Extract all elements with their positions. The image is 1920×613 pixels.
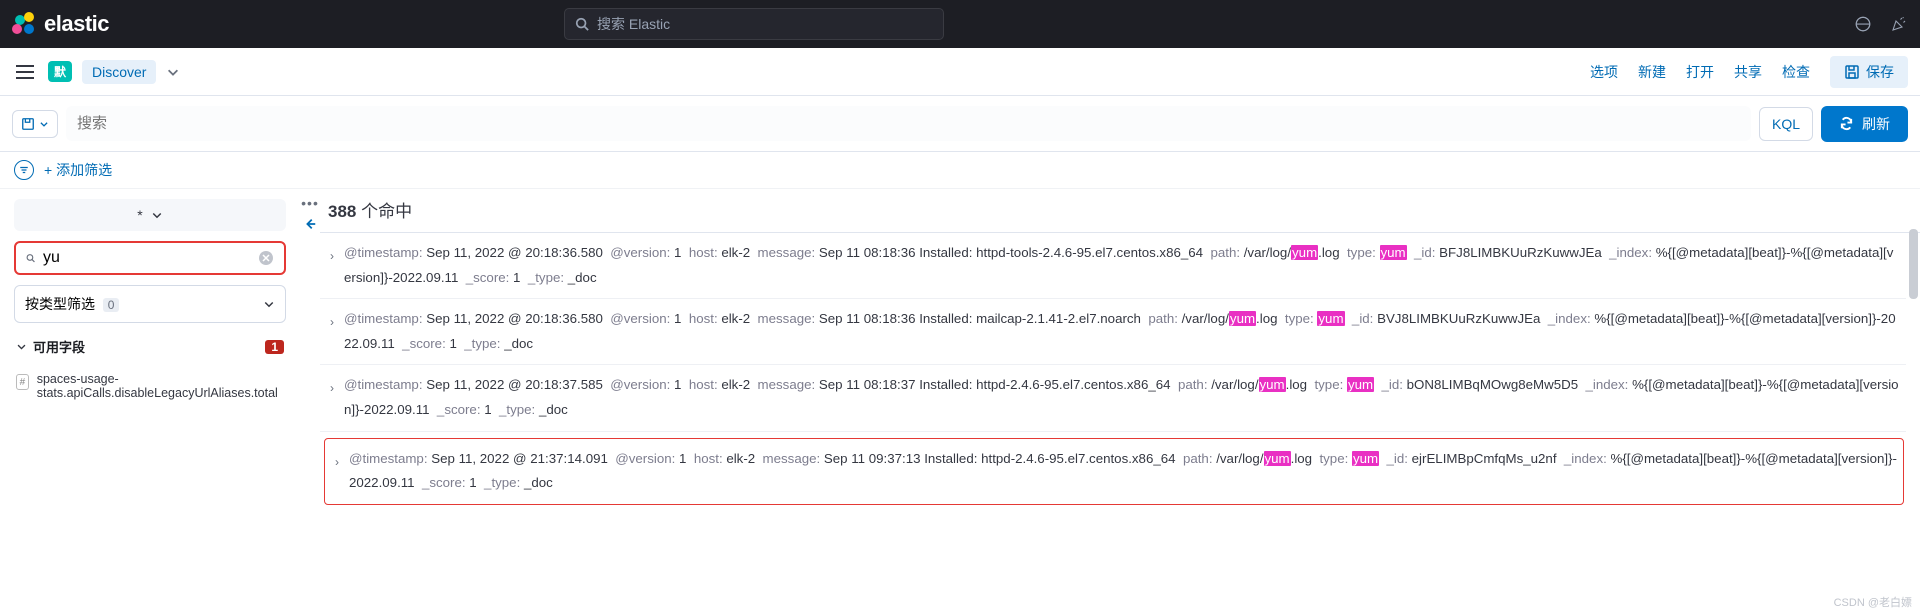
chevron-down-icon: [39, 119, 49, 129]
refresh-label: 刷新: [1862, 114, 1890, 134]
chevron-down-icon: [151, 209, 163, 221]
search-icon: [575, 17, 589, 31]
new-link[interactable]: 新建: [1638, 62, 1666, 82]
type-filter-count: 0: [103, 298, 120, 312]
body: * 按类型筛选 0 可用字段 1 # spaces-usa: [0, 189, 1920, 612]
open-link[interactable]: 打开: [1686, 62, 1714, 82]
query-bar: KQL 刷新: [0, 96, 1920, 152]
expand-icon[interactable]: ›: [335, 447, 349, 496]
chevron-down-icon: [263, 298, 275, 310]
space-badge[interactable]: 默: [48, 61, 72, 82]
expand-icon[interactable]: ›: [330, 307, 344, 356]
global-search-placeholder: 搜索 Elastic: [597, 14, 670, 34]
collapse-arrow-icon[interactable]: [303, 217, 317, 231]
global-header: elastic 搜索 Elastic: [0, 0, 1920, 48]
elastic-logo-icon[interactable]: [12, 12, 36, 36]
field-item-label: spaces-usage-stats.apiCalls.disableLegac…: [37, 372, 284, 400]
options-link[interactable]: 选项: [1590, 62, 1618, 82]
add-filter-button[interactable]: + 添加筛选: [44, 160, 112, 180]
field-search-input[interactable]: [43, 249, 250, 267]
available-fields-count: 1: [265, 340, 284, 354]
chevron-down-icon[interactable]: [166, 65, 180, 79]
refresh-button[interactable]: 刷新: [1821, 106, 1908, 142]
app-name-label: Discover: [92, 64, 146, 80]
save-icon: [1844, 64, 1860, 80]
dots-icon[interactable]: •••: [301, 195, 319, 211]
index-pattern-label: *: [137, 207, 142, 223]
kql-button[interactable]: KQL: [1759, 107, 1813, 141]
document-list[interactable]: ›@timestamp: Sep 11, 2022 @ 20:18:36.580…: [320, 233, 1920, 612]
document-source: @timestamp: Sep 11, 2022 @ 20:18:36.580 …: [344, 307, 1900, 356]
hits-header: 388 个命中: [320, 189, 1920, 233]
brand-name[interactable]: elastic: [44, 11, 109, 37]
document-row[interactable]: ›@timestamp: Sep 11, 2022 @ 20:18:37.585…: [320, 365, 1906, 431]
document-source: @timestamp: Sep 11, 2022 @ 20:18:37.585 …: [344, 373, 1900, 422]
scrollbar[interactable]: [1909, 229, 1918, 299]
document-source: @timestamp: Sep 11, 2022 @ 20:18:36.580 …: [344, 241, 1900, 290]
document-row[interactable]: ›@timestamp: Sep 11, 2022 @ 20:18:36.580…: [320, 233, 1906, 299]
type-filter-button[interactable]: 按类型筛选 0: [14, 285, 286, 323]
document-row[interactable]: ›@timestamp: Sep 11, 2022 @ 21:37:14.091…: [324, 438, 1904, 505]
available-fields-label: 可用字段: [33, 337, 85, 356]
filter-bar: + 添加筛选: [0, 152, 1920, 189]
search-icon: [26, 250, 35, 266]
app-actions: 选项 新建 打开 共享 检查 保存: [1590, 56, 1908, 88]
clear-icon[interactable]: [258, 250, 274, 266]
data-view-button[interactable]: [12, 110, 58, 138]
field-item[interactable]: # spaces-usage-stats.apiCalls.disableLeg…: [14, 370, 286, 402]
hits-count: 388: [328, 202, 356, 221]
document-row[interactable]: ›@timestamp: Sep 11, 2022 @ 20:18:36.580…: [320, 299, 1906, 365]
sidebar-toggle: •••: [300, 189, 320, 612]
chevron-down-icon: [16, 341, 27, 352]
celebration-icon[interactable]: [1890, 15, 1908, 33]
expand-icon[interactable]: ›: [330, 241, 344, 290]
newsfeed-icon[interactable]: [1854, 15, 1872, 33]
field-search-wrap: [14, 241, 286, 275]
document-source: @timestamp: Sep 11, 2022 @ 21:37:14.091 …: [349, 447, 1897, 496]
inspect-link[interactable]: 检查: [1782, 62, 1810, 82]
app-bar: 默 Discover 选项 新建 打开 共享 检查 保存: [0, 48, 1920, 96]
filter-menu-icon[interactable]: [14, 160, 34, 180]
index-pattern-selector[interactable]: *: [14, 199, 286, 231]
results-panel: 388 个命中 ›@timestamp: Sep 11, 2022 @ 20:1…: [320, 189, 1920, 612]
expand-icon[interactable]: ›: [330, 373, 344, 422]
fields-sidebar: * 按类型筛选 0 可用字段 1 # spaces-usa: [0, 189, 300, 612]
query-input[interactable]: [66, 106, 1751, 141]
type-filter-label: 按类型筛选: [25, 296, 95, 312]
save-button[interactable]: 保存: [1830, 56, 1908, 88]
number-field-icon: #: [16, 374, 29, 390]
save-label: 保存: [1866, 62, 1894, 82]
share-link[interactable]: 共享: [1734, 62, 1762, 82]
available-fields-header[interactable]: 可用字段 1: [14, 333, 286, 360]
hits-suffix: 个命中: [361, 202, 412, 221]
global-search-input[interactable]: 搜索 Elastic: [564, 8, 944, 40]
save-query-icon: [21, 117, 35, 131]
watermark: CSDN @老白嫖: [1834, 594, 1912, 610]
app-name-pill[interactable]: Discover: [82, 60, 156, 84]
nav-toggle-icon[interactable]: [12, 61, 38, 83]
refresh-icon: [1839, 116, 1854, 131]
